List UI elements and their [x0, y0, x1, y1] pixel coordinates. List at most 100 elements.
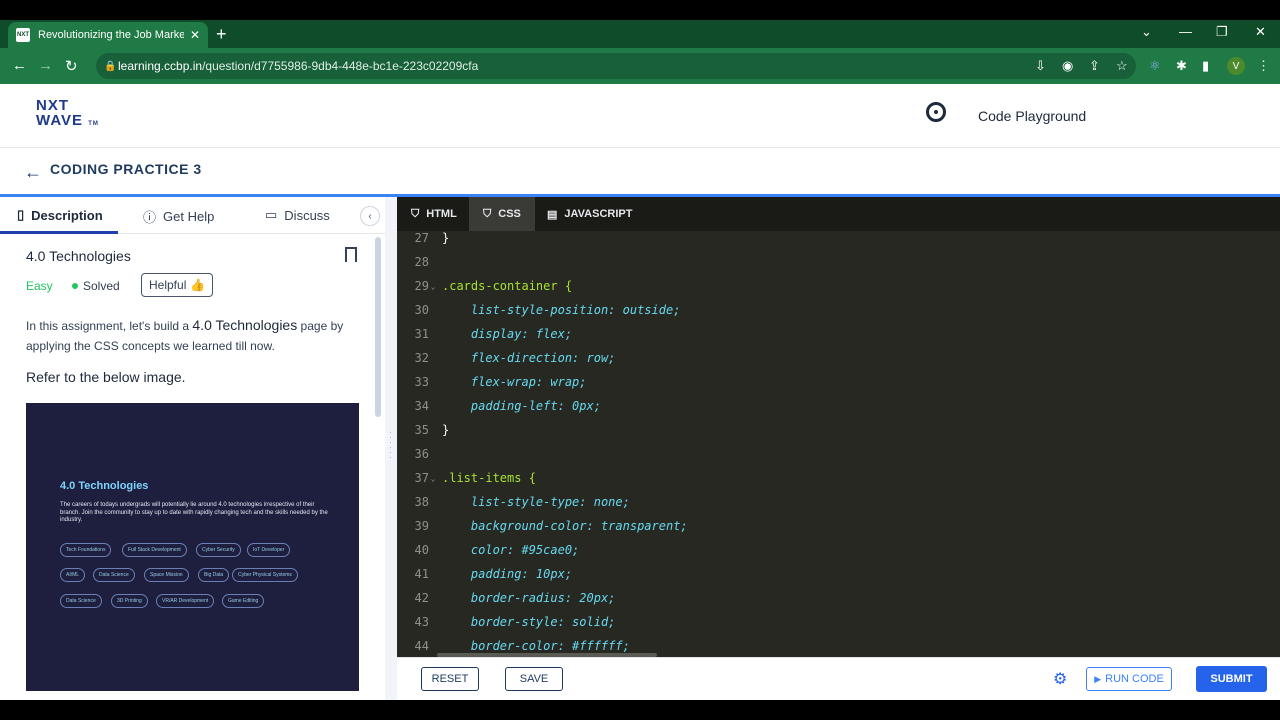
collapse-panel-chevron-icon[interactable]: ‹	[360, 206, 380, 226]
line-number: 39	[414, 519, 429, 533]
app-header: NXT WAVE TM Code Playground	[0, 84, 1280, 148]
close-tab-icon[interactable]: ✕	[190, 28, 200, 42]
tab-html[interactable]: ⛉ HTML	[397, 197, 471, 231]
side-panel-icon[interactable]: ▮	[1202, 58, 1209, 74]
line-number: 43	[414, 615, 429, 629]
help-circle-icon: ⓘ	[143, 210, 157, 225]
bookmark-icon[interactable]	[345, 247, 357, 262]
minimize-window-icon[interactable]: —	[1179, 24, 1192, 39]
line-number: 36	[414, 447, 429, 461]
run-code-button[interactable]: ▶ RUN CODE	[1086, 667, 1172, 691]
code-line: 42 border-radius: 20px;	[397, 586, 1280, 610]
css3-icon: ⛉	[483, 207, 492, 220]
difficulty-badge: Easy	[26, 279, 53, 293]
tab-javascript[interactable]: ▤ JAVASCRIPT	[533, 197, 646, 231]
question-title: 4.0 Technologies	[26, 248, 131, 264]
tab-search-chevron-icon[interactable]: ⌄	[1141, 24, 1152, 40]
status-label: Solved	[83, 279, 120, 293]
html5-icon: ⛉	[411, 207, 420, 220]
preview-pill: AI/ML	[60, 568, 86, 582]
submit-button[interactable]: SUBMIT	[1196, 666, 1267, 692]
tab-description-label: Description	[31, 207, 103, 223]
profile-avatar[interactable]: V	[1227, 57, 1245, 75]
stopwatch-icon[interactable]	[926, 102, 946, 122]
code-text: flex-wrap: wrap;	[442, 375, 587, 389]
tab-get-help-label: Get Help	[163, 209, 215, 224]
save-button[interactable]: SAVE	[505, 667, 563, 691]
lock-icon: 🔒	[104, 60, 117, 72]
preview-pill: Data Science	[93, 568, 135, 582]
code-text: border-style: solid;	[442, 615, 616, 629]
bookmark-star-icon[interactable]: ☆	[1116, 58, 1128, 74]
tab-description[interactable]: ▯ Description	[17, 207, 103, 223]
code-editor: ⛉ HTML ⛉ CSS ▤ JAVASCRIPT 27} 28 29 ⌄ .car…	[397, 197, 1280, 657]
code-line: 27}	[397, 231, 1280, 250]
tracking-blocked-icon[interactable]: ◉	[1062, 58, 1073, 74]
new-tab-icon[interactable]: +	[216, 24, 227, 45]
tab-css[interactable]: ⛉ CSS	[469, 197, 535, 231]
extensions-puzzle-icon[interactable]: ✱	[1176, 58, 1187, 74]
preview-pill: Cyber Security	[196, 543, 241, 557]
code-line: 31 display: flex;	[397, 322, 1280, 346]
tab-discuss[interactable]: ▭ Discuss	[265, 207, 330, 223]
code-line: 34 padding-left: 0px;	[397, 394, 1280, 418]
code-area[interactable]: 27} 28 29 ⌄ .cards-container { 30 list-sty…	[397, 231, 1280, 657]
url-path: /question/d7755986-9db4-448e-bc1e-223c02…	[202, 59, 479, 73]
close-window-icon[interactable]: ✕	[1255, 24, 1266, 40]
tab-get-help[interactable]: ⓘ Get Help	[143, 207, 214, 226]
restore-window-icon[interactable]: ❐	[1216, 24, 1228, 40]
forward-arrow-icon[interactable]: →	[38, 57, 53, 74]
share-icon[interactable]: ⇪	[1089, 58, 1100, 74]
helpful-label: Helpful	[149, 278, 187, 292]
code-line: 41 padding: 10px;	[397, 562, 1280, 586]
code-text: color: #95cae0;	[442, 543, 580, 557]
preview-description: The careers of todays undergrads will po…	[60, 502, 328, 523]
preview-title: 4.0 Technologies	[60, 480, 149, 492]
line-number: 31	[414, 327, 429, 341]
drag-grip-icon[interactable]: · · · · · ·	[389, 429, 392, 462]
install-app-icon[interactable]: ⇩	[1035, 58, 1046, 74]
preview-pill: Space Mission	[144, 568, 189, 582]
helpful-button[interactable]: Helpful 👍	[141, 273, 214, 297]
browser-menu-icon[interactable]: ⋮	[1257, 58, 1270, 74]
panel-tabs: ▯ Description ⓘ Get Help ▭ Discuss ‹	[0, 197, 385, 234]
back-arrow-icon[interactable]: ←	[12, 57, 27, 74]
code-line: 37 ⌄ .list-items {	[397, 466, 1280, 490]
code-playground-link[interactable]: Code Playground	[978, 108, 1086, 124]
url-host: learning.ccbp.in	[118, 59, 203, 73]
line-number: 38	[414, 495, 429, 509]
tab-html-label: HTML	[426, 208, 457, 220]
address-bar[interactable]: 🔒 learning.ccbp.in/question/d7755986-9db…	[96, 53, 1136, 79]
play-icon: ▶	[1094, 673, 1102, 684]
code-text: border-color: #ffffff;	[442, 639, 630, 653]
line-number: 32	[414, 351, 429, 365]
code-text: .cards-container {	[442, 279, 573, 293]
description-panel: ▯ Description ⓘ Get Help ▭ Discuss ‹ 4.0…	[0, 197, 385, 700]
fold-arrow-icon[interactable]: ⌄	[429, 282, 437, 291]
desc-highlight: 4.0 Technologies	[192, 317, 298, 333]
reset-button[interactable]: RESET	[421, 667, 479, 691]
line-number: 28	[414, 255, 429, 269]
preview-pill: VR/AR Development	[156, 594, 215, 608]
preview-pill: 3D Printing	[111, 594, 148, 608]
logo-tm: TM	[88, 121, 99, 127]
react-devtools-icon[interactable]: ⚛	[1149, 58, 1161, 74]
logo-line-1: NXT	[36, 97, 69, 114]
preview-pill: IoT Developer	[247, 543, 291, 557]
code-text: list-style-position: outside;	[442, 303, 681, 317]
line-number: 40	[414, 543, 429, 557]
panel-scrollbar[interactable]	[375, 237, 381, 417]
tab-javascript-label: JAVASCRIPT	[564, 208, 633, 220]
reload-icon[interactable]: ↻	[65, 57, 78, 75]
code-text: padding-left: 0px;	[442, 399, 601, 413]
back-arrow-icon[interactable]: ←	[24, 162, 42, 183]
browser-tab-strip: NXT Revolutionizing the Job Market | ✕	[0, 20, 1280, 48]
gear-icon[interactable]: ⚙	[1053, 669, 1067, 689]
browser-tab[interactable]: NXT Revolutionizing the Job Market | ✕	[8, 22, 208, 48]
code-line: 35}	[397, 418, 1280, 442]
fold-arrow-icon[interactable]: ⌄	[429, 474, 437, 483]
nxtwave-logo[interactable]: NXT WAVE TM	[36, 98, 99, 132]
code-text: list-style-type: none;	[442, 495, 630, 509]
tab-discuss-label: Discuss	[284, 207, 330, 223]
code-text: background-color: transparent;	[442, 519, 688, 533]
